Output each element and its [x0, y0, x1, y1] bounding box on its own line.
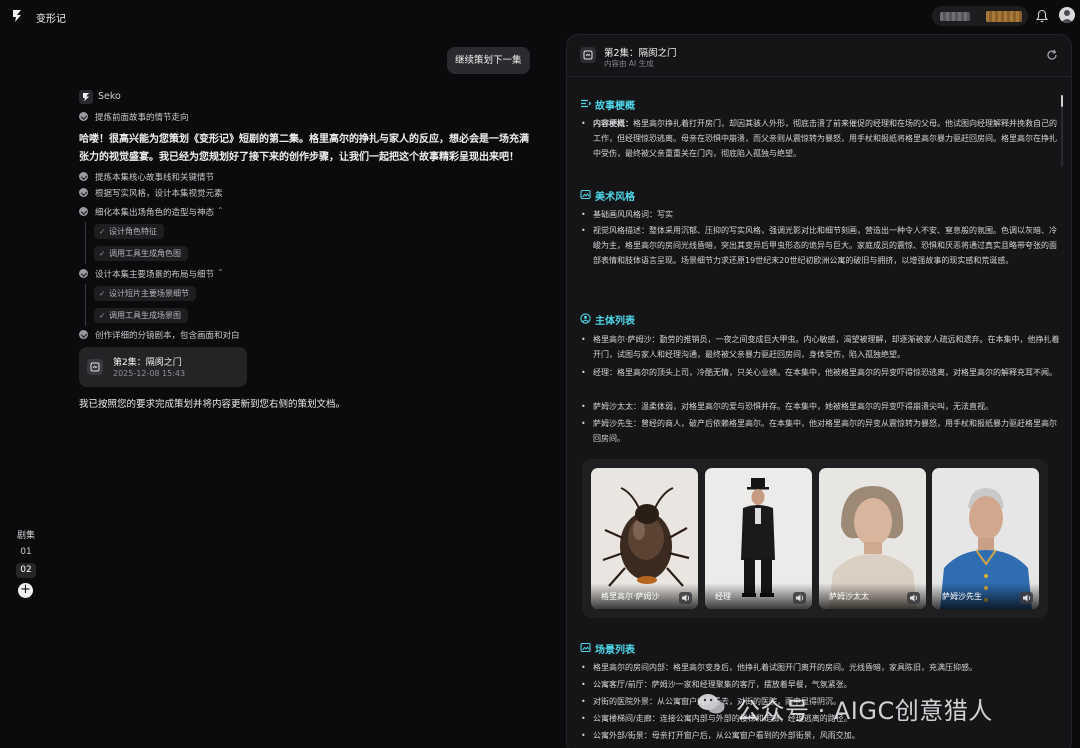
- section-title-text: 场景列表: [595, 645, 635, 656]
- cast-item-text: 萨姆沙太太：温柔体弱，对格里高尔的爱与恐惧并存。在本集中，她被格里高尔的异变吓得…: [593, 402, 993, 411]
- character-card[interactable]: 格里高尔·萨姆沙: [591, 468, 698, 609]
- story-summary: • 内容梗概：格里高尔挣扎着打开房门，却因其骇人外形，彻底击溃了前来催促的经理和…: [581, 119, 1057, 158]
- character-card[interactable]: 萨姆沙先生: [932, 468, 1039, 609]
- list-icon: [581, 99, 591, 108]
- episode-01-button[interactable]: 01: [16, 545, 36, 560]
- chevron-up-icon[interactable]: ⌃: [217, 268, 224, 277]
- scrollbar-thumb[interactable]: [1061, 95, 1063, 107]
- speaker-icon[interactable]: [1020, 592, 1033, 604]
- check-circle-icon: [79, 207, 88, 216]
- art-item: • 基础画风风格词：写实: [580, 207, 1060, 222]
- document-icon: [87, 359, 103, 375]
- scene-item-text: 公寓客厅/前厅：萨姆沙一家和经理聚集的客厅，摆放着早餐，气氛紧张。: [593, 680, 852, 689]
- cast-item-text: 经理：格里高尔的顶头上司，冷酷无情，只关心业绩。在本集中，他被格里高尔的异变吓得…: [593, 368, 1057, 377]
- panel-title: 第2集：隔阂之门: [604, 48, 677, 59]
- scene-item: • 格里高尔的房间内部：格里高尔变身后，他挣扎着试图开门离开的房间。光线昏暗，家具…: [580, 660, 1060, 675]
- subtask-chip: 设计短片主要场景细节: [94, 286, 196, 301]
- character-name: 萨姆沙太太: [829, 592, 869, 601]
- episode-02-button[interactable]: 02: [16, 563, 36, 578]
- notification-bell-icon[interactable]: [1036, 9, 1048, 23]
- seko-logo-icon: [79, 90, 93, 104]
- story-text: 格里高尔挣扎着打开房门，却因其骇人外形，彻底击溃了前来催促的经理和在场的父母。他…: [593, 119, 1057, 158]
- subtask-chip: 调用工具生成场景图: [94, 308, 188, 323]
- step-label: 细化本集出场角色的造型与神态: [95, 208, 215, 218]
- speaker-icon[interactable]: [793, 592, 806, 604]
- section-title-text: 美术风格: [595, 192, 635, 203]
- subtask-chip: 设计角色特征: [94, 224, 164, 239]
- scene-item: • 公寓客厅/前厅：萨姆沙一家和经理聚集的客厅，摆放着早餐，气氛紧张。: [580, 677, 1060, 692]
- document-icon: [580, 47, 596, 63]
- subtask-connector: [85, 222, 86, 264]
- account-info[interactable]: [932, 6, 1028, 26]
- character-name: 萨姆沙先生: [942, 592, 982, 601]
- check-circle-icon: [79, 172, 88, 181]
- subtask-chip: 调用工具生成角色图: [94, 246, 188, 261]
- section-title-text: 主体列表: [595, 316, 635, 327]
- step-label: 创作详细的分镜剧本，包含画面和对白: [95, 331, 240, 341]
- step-label: 提炼本集核心故事线和关键情节: [95, 173, 215, 183]
- art-item: • 视觉风格描述：整体采用沉郁、压抑的写实风格，强调光影对比和细节刻画，营造出一种…: [580, 223, 1060, 268]
- add-episode-button[interactable]: +: [18, 583, 33, 598]
- character-card[interactable]: 萨姆沙太太: [819, 468, 926, 609]
- section-title-text: 故事梗概: [595, 101, 635, 112]
- project-title[interactable]: 变形记: [36, 10, 66, 25]
- subtask-connector: [85, 284, 86, 326]
- top-bar: 变形记: [0, 0, 1080, 32]
- check-circle-icon: [79, 330, 88, 339]
- cast-item: • 经理：格里高尔的顶头上司，冷酷无情，只关心业绩。在本集中，他被格里高尔的异变吓…: [580, 365, 1060, 380]
- chevron-up-icon[interactable]: ⌃: [217, 206, 224, 215]
- speaker-icon[interactable]: [679, 592, 692, 604]
- palette-icon: [580, 189, 591, 200]
- watermark-text: 公众号 · AIGC创意猎人: [736, 697, 993, 725]
- character-card[interactable]: 经理: [705, 468, 812, 609]
- blurred-username: [940, 12, 970, 21]
- blurred-credits: [986, 11, 1022, 22]
- person-circle-icon: [580, 313, 591, 324]
- user-message-bubble: 继续策划下一集: [447, 47, 530, 74]
- cast-item-text: 格里高尔·萨姆沙：勤劳的推销员，一夜之间变成巨大甲虫。内心敏感，渴望被理解，却逐…: [593, 335, 1060, 359]
- step-label: 根据写实风格，设计本集视觉元素: [95, 189, 223, 199]
- panel-header: 第2集：隔阂之门 内容由 AI 生成: [567, 35, 1071, 77]
- check-circle-icon: [79, 269, 88, 278]
- user-avatar[interactable]: [1059, 7, 1075, 23]
- wechat-icon: [698, 694, 725, 714]
- assistant-completion-message: 我已按照您的要求完成策划并将内容更新到您右侧的策划文档。: [79, 399, 346, 410]
- planning-document-panel: 第2集：隔阂之门 内容由 AI 生成 故事梗概 • 内容梗概：格里高尔挣扎着打开…: [566, 34, 1072, 748]
- doc-card-title: 第2集：隔阂之门: [113, 358, 182, 368]
- planning-doc-card[interactable]: 第2集：隔阂之门 2025-12-08 15:43: [79, 347, 247, 387]
- check-circle-icon: [79, 112, 88, 121]
- cast-item: • 萨姆沙先生：曾经的商人，破产后依赖格里高尔。在本集中，他对格里高尔的异变从震惊…: [580, 416, 1060, 446]
- scene-item: • 公寓外部/街景：母亲打开窗户后，从公寓窗户看到的外部街景，风雨交加。: [580, 728, 1060, 743]
- panel-subtitle: 内容由 AI 生成: [604, 59, 654, 68]
- cast-item: • 格里高尔·萨姆沙：勤劳的推销员，一夜之间变成巨大甲虫。内心敏感，渴望被理解，却…: [580, 332, 1060, 362]
- scene-item-text: 格里高尔的房间内部：格里高尔变身后，他挣扎着试图开门离开的房间。光线昏暗，家具陈…: [593, 663, 977, 672]
- app-logo-icon[interactable]: [10, 8, 24, 24]
- speaker-icon[interactable]: [907, 592, 920, 604]
- assistant-intro: 哈喽！很高兴能为您策划《变形记》短剧的第二集。格里高尔的挣扎与家人的反应，想必会…: [79, 134, 529, 163]
- episodes-label: 剧集: [17, 531, 36, 541]
- art-item-text: 基础画风风格词：写实: [593, 210, 673, 219]
- step-label: 提炼前面故事的情节走向: [95, 113, 189, 123]
- image-icon: [580, 642, 591, 653]
- cast-item-text: 萨姆沙先生：曾经的商人，破产后依赖格里高尔。在本集中，他对格里高尔的异变从震惊转…: [593, 419, 1057, 443]
- art-item-text: 视觉风格描述：整体采用沉郁、压抑的写实风格，强调光影对比和细节刻画，营造出一种令…: [593, 226, 1057, 265]
- refresh-icon[interactable]: [1045, 48, 1059, 62]
- avatar-person-icon: [1061, 10, 1073, 23]
- character-name: 格里高尔·萨姆沙: [601, 592, 660, 601]
- character-gallery: 格里高尔·萨姆沙 经理 萨姆沙太太 萨姆沙先生: [582, 459, 1048, 618]
- check-circle-icon: [79, 188, 88, 197]
- step-label: 设计本集主要场景的布局与细节: [95, 270, 215, 280]
- scene-item-text: 公寓外部/街景：母亲打开窗户后，从公寓窗户看到的外部街景，风雨交加。: [593, 731, 860, 740]
- doc-card-date: 2025-12-08 15:43: [113, 369, 186, 378]
- cast-item: • 萨姆沙太太：温柔体弱，对格里高尔的爱与恐惧并存。在本集中，她被格里高尔的异变吓…: [580, 399, 1060, 414]
- character-name: 经理: [715, 592, 731, 601]
- story-label: 内容梗概：: [593, 119, 633, 128]
- assistant-name: Seko: [98, 91, 121, 102]
